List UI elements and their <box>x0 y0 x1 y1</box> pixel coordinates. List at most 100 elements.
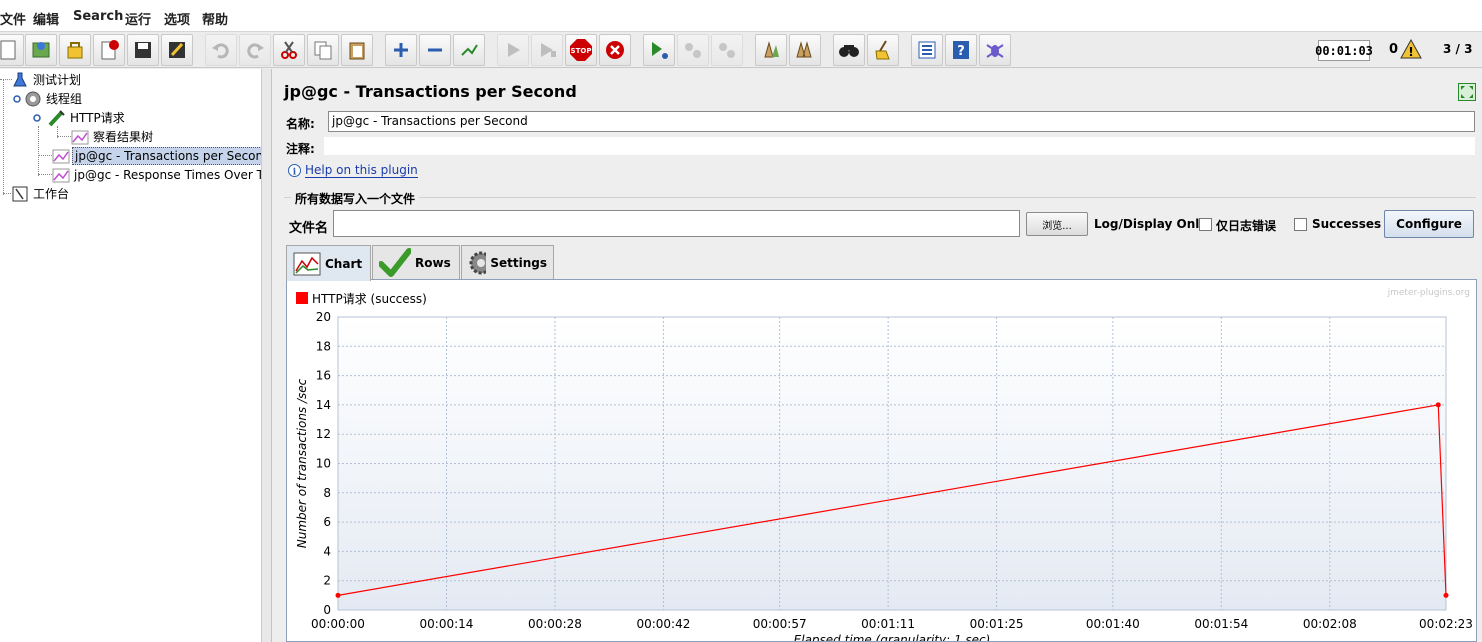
svg-text:?: ? <box>957 44 965 59</box>
save-as-icon[interactable] <box>161 34 193 66</box>
templates-icon[interactable] <box>25 34 57 66</box>
paste-icon[interactable] <box>341 34 373 66</box>
function-helper-icon[interactable] <box>911 34 943 66</box>
legend-label: HTTP请求 (success) <box>312 292 427 306</box>
checkmark-icon <box>379 248 411 277</box>
start-no-pause-icon[interactable] <box>531 34 563 66</box>
tree-node-label: jp@gc - Transactions per Second <box>72 146 261 165</box>
comment-label: 注释: <box>286 142 315 156</box>
tree-node-label: 测试计划 <box>33 73 82 87</box>
shutdown-icon[interactable] <box>599 34 631 66</box>
tree-node-transactions-per-second[interactable]: jp@gc - Transactions per Second <box>52 146 261 165</box>
data-point <box>1443 592 1449 598</box>
menu-run[interactable]: 运行 <box>125 9 151 28</box>
tps-chart: jmeter-plugins.org HTTP请求 (success) 0 2 4 6 8 1… <box>295 288 1473 641</box>
x-tick-label: 00:01:25 <box>970 617 1024 631</box>
x-tick-label: 00:01:54 <box>1194 617 1248 631</box>
help-icon[interactable]: ? <box>945 34 977 66</box>
tree-node-view-results-tree[interactable]: 察看结果树 <box>71 127 155 146</box>
split-pane-divider[interactable] <box>262 69 272 642</box>
svg-text:!: ! <box>1408 45 1413 59</box>
y-tick-label: 14 <box>316 398 331 412</box>
stop-icon[interactable]: STOP <box>565 34 597 66</box>
expand-all-icon[interactable] <box>385 34 417 66</box>
close-file-icon[interactable] <box>93 34 125 66</box>
new-icon[interactable] <box>0 34 24 66</box>
data-point <box>335 592 341 598</box>
successes-label: Successes <box>1312 217 1382 231</box>
menu-edit[interactable]: 编辑 <box>33 9 59 28</box>
x-tick-label: 00:02:23 <box>1419 617 1473 631</box>
start-icon[interactable] <box>497 34 529 66</box>
y-tick-label: 18 <box>316 339 331 353</box>
elapsed-timer: 00:01:03 <box>1315 40 1373 61</box>
name-label: 名称: <box>286 117 315 131</box>
toolbar: STOP ? 00:01:03 0 ! 3 / 3 <box>0 32 1482 68</box>
tree-node-thread-group[interactable]: 线程组 <box>12 89 84 108</box>
comment-field[interactable] <box>324 137 1475 155</box>
name-field[interactable]: jp@gc - Transactions per Second <box>328 111 1475 132</box>
menu-options[interactable]: 选项 <box>164 9 190 28</box>
tree-node-response-times-over-time[interactable]: jp@gc - Response Times Over Time <box>52 165 261 184</box>
menu-search[interactable]: Search <box>73 9 123 24</box>
sampler-pen-icon <box>48 109 65 126</box>
svg-text:STOP: STOP <box>571 47 592 55</box>
collapse-handle-icon[interactable] <box>12 94 22 104</box>
tree-node-test-plan[interactable]: 测试计划 <box>12 70 83 89</box>
maximize-icon[interactable] <box>1458 83 1476 101</box>
x-tick-label: 00:01:11 <box>861 617 915 631</box>
tab-label: Settings <box>490 256 547 270</box>
save-icon[interactable] <box>127 34 159 66</box>
clear-icon[interactable] <box>755 34 787 66</box>
tab-settings[interactable]: Settings <box>461 245 554 280</box>
warning-icon[interactable]: ! <box>1400 39 1422 59</box>
reset-search-icon[interactable] <box>867 34 899 66</box>
listener-graph-icon <box>71 130 89 144</box>
x-tick-label: 00:00:42 <box>636 617 690 631</box>
undo-icon[interactable] <box>205 34 237 66</box>
tab-label: Rows <box>415 256 451 270</box>
logger-icon[interactable] <box>979 34 1011 66</box>
workbench-icon <box>12 186 28 201</box>
errors-only-label: 仅日志错误 <box>1216 219 1277 233</box>
collapse-handle-icon[interactable] <box>32 113 42 123</box>
y-tick-label: 6 <box>323 515 331 529</box>
tree-node-http-request[interactable]: HTTP请求 <box>32 108 127 127</box>
search-icon[interactable] <box>833 34 865 66</box>
clear-all-icon[interactable] <box>789 34 821 66</box>
collapse-all-icon[interactable] <box>419 34 451 66</box>
help-link[interactable]: Help on this plugin <box>305 163 418 178</box>
menu-help[interactable]: 帮助 <box>202 9 228 28</box>
error-count: 0 <box>1389 42 1399 57</box>
remote-stop-icon[interactable] <box>677 34 709 66</box>
remote-start-icon[interactable] <box>643 34 675 66</box>
successes-checkbox[interactable] <box>1294 218 1307 231</box>
tree-node-workbench[interactable]: 工作台 <box>12 184 71 203</box>
listener-graph-icon <box>52 149 70 163</box>
file-section-title: 所有数据写入一个文件 <box>291 190 420 207</box>
chart-area: jmeter-plugins.org HTTP请求 (success) 0 2 4 6 8 1… <box>286 279 1477 642</box>
menu-file[interactable]: 文件 <box>0 9 26 28</box>
x-axis-title: Elapsed time (granularity: 1 sec) <box>794 633 991 641</box>
open-icon[interactable] <box>59 34 91 66</box>
remote-exit-icon[interactable] <box>711 34 743 66</box>
tree-node-label: 工作台 <box>33 187 70 201</box>
listener-panel: jp@gc - Transactions per Second 名称: jp@g… <box>272 69 1482 642</box>
cut-icon[interactable] <box>273 34 305 66</box>
tree-node-label: 线程组 <box>46 92 83 106</box>
y-tick-label: 10 <box>316 457 331 471</box>
toggle-icon[interactable] <box>453 34 485 66</box>
filename-field[interactable] <box>333 210 1020 237</box>
redo-icon[interactable] <box>239 34 271 66</box>
errors-only-checkbox[interactable] <box>1199 218 1212 231</box>
flask-icon <box>13 72 27 86</box>
browse-button[interactable]: 浏览... <box>1026 212 1088 236</box>
copy-icon[interactable] <box>307 34 339 66</box>
tab-rows[interactable]: Rows <box>372 245 460 280</box>
y-tick-label: 4 <box>323 544 331 558</box>
configure-button[interactable]: Configure <box>1384 210 1474 238</box>
tab-chart[interactable]: Chart <box>286 245 371 281</box>
log-display-label: Log/Display Only: <box>1094 217 1212 231</box>
tree-node-label: 察看结果树 <box>93 130 154 144</box>
x-tick-label: 00:00:28 <box>528 617 582 631</box>
